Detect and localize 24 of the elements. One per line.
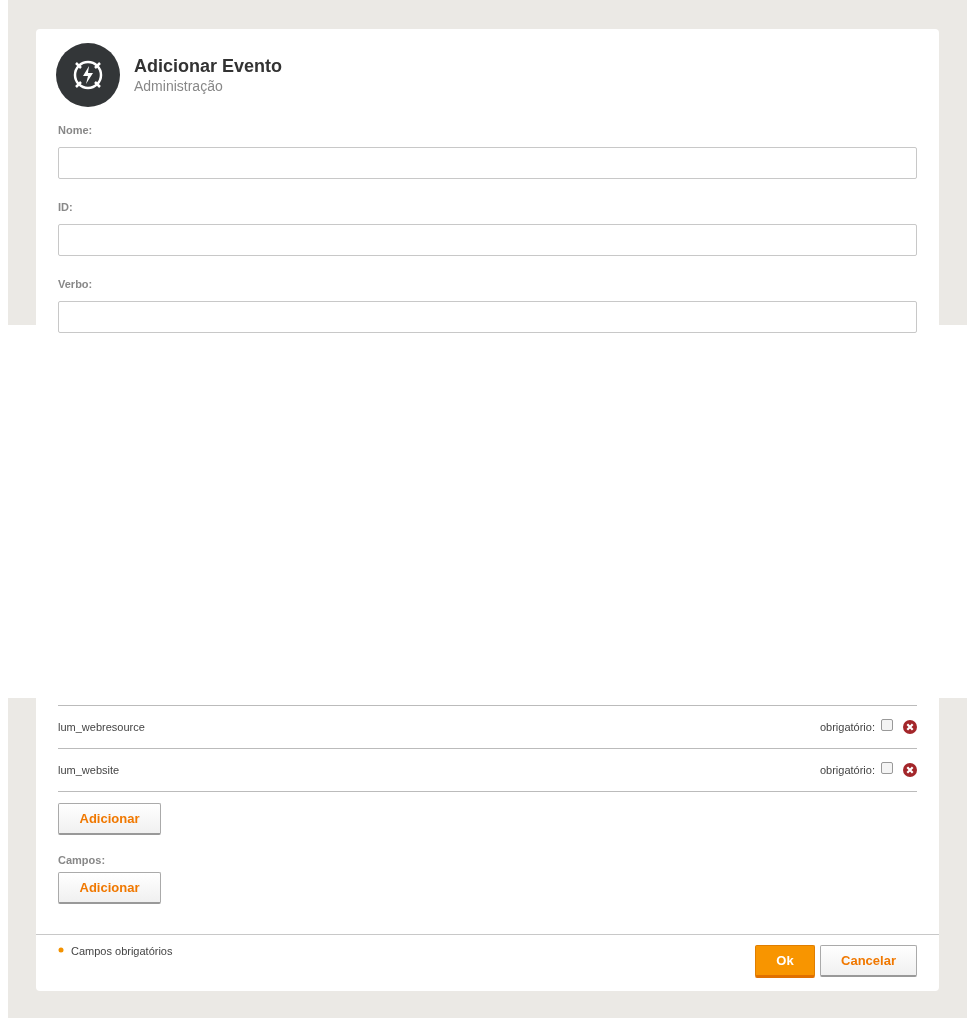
input-field[interactable]: [58, 147, 917, 179]
lightning-icon: [56, 43, 120, 107]
input-field[interactable]: [58, 224, 917, 256]
required-checkbox[interactable]: [881, 719, 893, 731]
asterisk-icon: [58, 947, 64, 953]
required-label: obrigatório:: [819, 721, 875, 733]
remove-icon[interactable]: [903, 763, 917, 777]
remove-icon[interactable]: [903, 720, 917, 734]
resource-name: lum_webresource: [58, 721, 146, 733]
required-note: Campos obrigatórios: [71, 945, 173, 957]
resource-name: lum_website: [58, 764, 121, 776]
ok-button[interactable]: Ok: [755, 945, 815, 978]
add-button[interactable]: Adicionar: [58, 872, 161, 904]
field-label: ID:: [58, 201, 74, 213]
field-label: Verbo:: [58, 278, 94, 290]
input-field[interactable]: [58, 301, 917, 333]
dialog-subtitle: Administração: [134, 78, 224, 94]
field-label: Campos:: [58, 854, 107, 866]
required-checkbox[interactable]: [881, 762, 893, 774]
cancel-button[interactable]: Cancelar: [820, 945, 917, 977]
dialog-title: Adicionar Evento: [134, 56, 283, 77]
required-label: obrigatório:: [819, 764, 875, 776]
field-label: Nome:: [58, 124, 94, 136]
add-button[interactable]: Adicionar: [58, 803, 161, 835]
